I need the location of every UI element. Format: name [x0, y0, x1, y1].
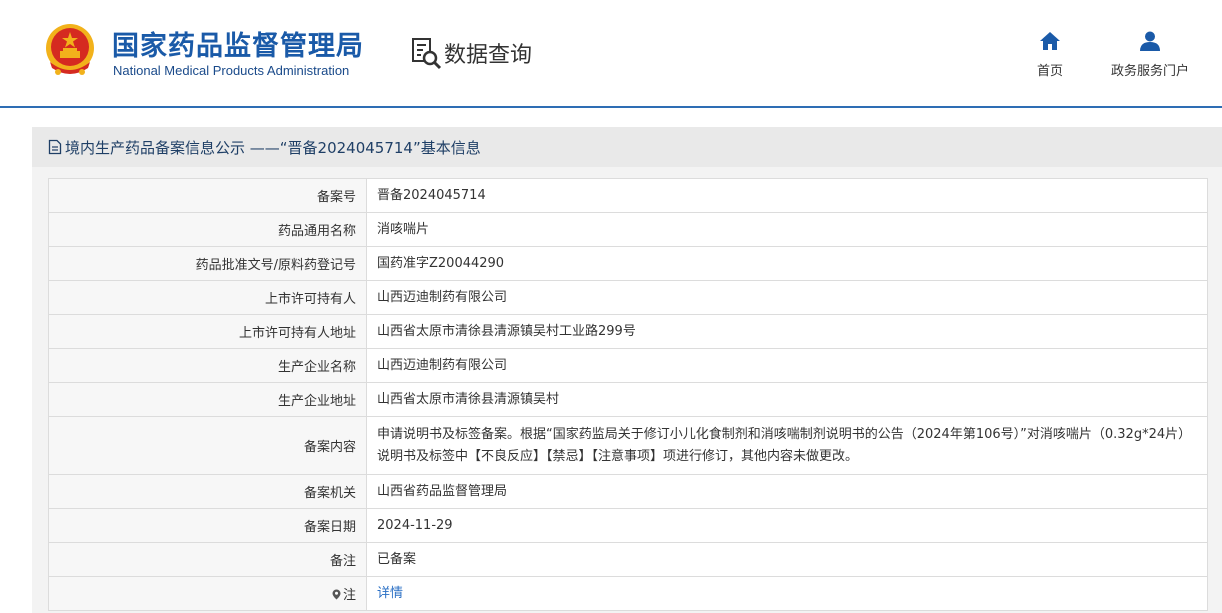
- row-label: 上市许可持有人地址: [48, 314, 367, 349]
- nav-service-portal[interactable]: 政务服务门户: [1102, 30, 1198, 79]
- nav-home-label: 首页: [1036, 64, 1063, 79]
- table-row: 上市许可持有人地址 山西省太原市清徐县清源镇吴村工业路299号: [48, 314, 1208, 349]
- table-row: 备注 已备案: [48, 542, 1208, 577]
- org-name-cn: 国家药品监督管理局: [112, 31, 364, 62]
- row-value: 消咳喘片: [366, 212, 1208, 247]
- data-query-section: 数据查询: [410, 36, 532, 70]
- details-link[interactable]: 详情: [377, 586, 403, 601]
- row-label: 备注: [48, 542, 367, 577]
- table-row: 备案日期 2024-11-29: [48, 508, 1208, 543]
- row-value: 山西迈迪制药有限公司: [366, 280, 1208, 315]
- user-icon: [1140, 31, 1160, 51]
- row-label: 备案内容: [48, 416, 367, 475]
- note-label: 注: [342, 588, 356, 603]
- org-name-en: National Medical Products Administration: [113, 63, 350, 78]
- row-label: 备案日期: [48, 508, 367, 543]
- row-value: 已备案: [366, 542, 1208, 577]
- nav-service-label: 政务服务门户: [1110, 64, 1189, 79]
- table-row: 药品通用名称 消咳喘片: [48, 212, 1208, 247]
- row-label: 药品通用名称: [48, 212, 367, 247]
- row-value: 2024-11-29: [366, 508, 1208, 543]
- record-info-table: 备案号 晋备2024045714 药品通用名称 消咳喘片 药品批准文号/原料药登…: [48, 178, 1208, 611]
- row-value: 国药准字Z20044290: [366, 246, 1208, 281]
- row-label: 生产企业名称: [48, 348, 367, 383]
- national-emblem-icon: [46, 24, 94, 75]
- note-value-cell: 详情: [366, 576, 1208, 611]
- row-label: 生产企业地址: [48, 382, 367, 417]
- table-row: 注 详情: [48, 576, 1208, 611]
- table-row: 备案内容 申请说明书及标签备案。根据“国家药监局关于修订小儿化食制剂和消咳喘制剂…: [48, 416, 1208, 475]
- nav-home[interactable]: 首页: [1030, 30, 1070, 79]
- home-icon: [1040, 32, 1060, 50]
- table-row: 生产企业地址 山西省太原市清徐县清源镇吴村: [48, 382, 1208, 417]
- row-value: 晋备2024045714: [366, 178, 1208, 213]
- row-label: 备案号: [48, 178, 367, 213]
- table-row: 生产企业名称 山西迈迪制药有限公司: [48, 348, 1208, 383]
- row-value: 山西省药品监督管理局: [366, 474, 1208, 509]
- table-row: 备案号 晋备2024045714: [48, 178, 1208, 213]
- table-row: 备案机关 山西省药品监督管理局: [48, 474, 1208, 509]
- row-value: 申请说明书及标签备案。根据“国家药监局关于修订小儿化食制剂和消咳喘制剂说明书的公…: [366, 416, 1208, 475]
- row-label: 药品批准文号/原料药登记号: [48, 246, 367, 281]
- pin-icon: [332, 589, 341, 600]
- row-label: 上市许可持有人: [48, 280, 367, 315]
- note-label-cell: 注: [48, 576, 367, 611]
- section-title-bar: 境内生产药品备案信息公示 ——“晋备2024045714”基本信息: [32, 127, 1222, 167]
- row-label: 备案机关: [48, 474, 367, 509]
- row-value: 山西省太原市清徐县清源镇吴村: [366, 382, 1208, 417]
- table-row: 上市许可持有人 山西迈迪制药有限公司: [48, 280, 1208, 315]
- site-header: 国家药品监督管理局 National Medical Products Admi…: [0, 0, 1222, 108]
- section-name: 数据查询: [444, 43, 533, 68]
- page-title: 境内生产药品备案信息公示 ——“晋备2024045714”基本信息: [65, 138, 481, 157]
- main-content: 境内生产药品备案信息公示 ——“晋备2024045714”基本信息 备案号 晋备…: [32, 127, 1222, 613]
- document-icon: [48, 139, 62, 155]
- row-value: 山西省太原市清徐县清源镇吴村工业路299号: [366, 314, 1208, 349]
- search-document-icon: [412, 38, 442, 70]
- row-value: 山西迈迪制药有限公司: [366, 348, 1208, 383]
- table-row: 药品批准文号/原料药登记号 国药准字Z20044290: [48, 246, 1208, 281]
